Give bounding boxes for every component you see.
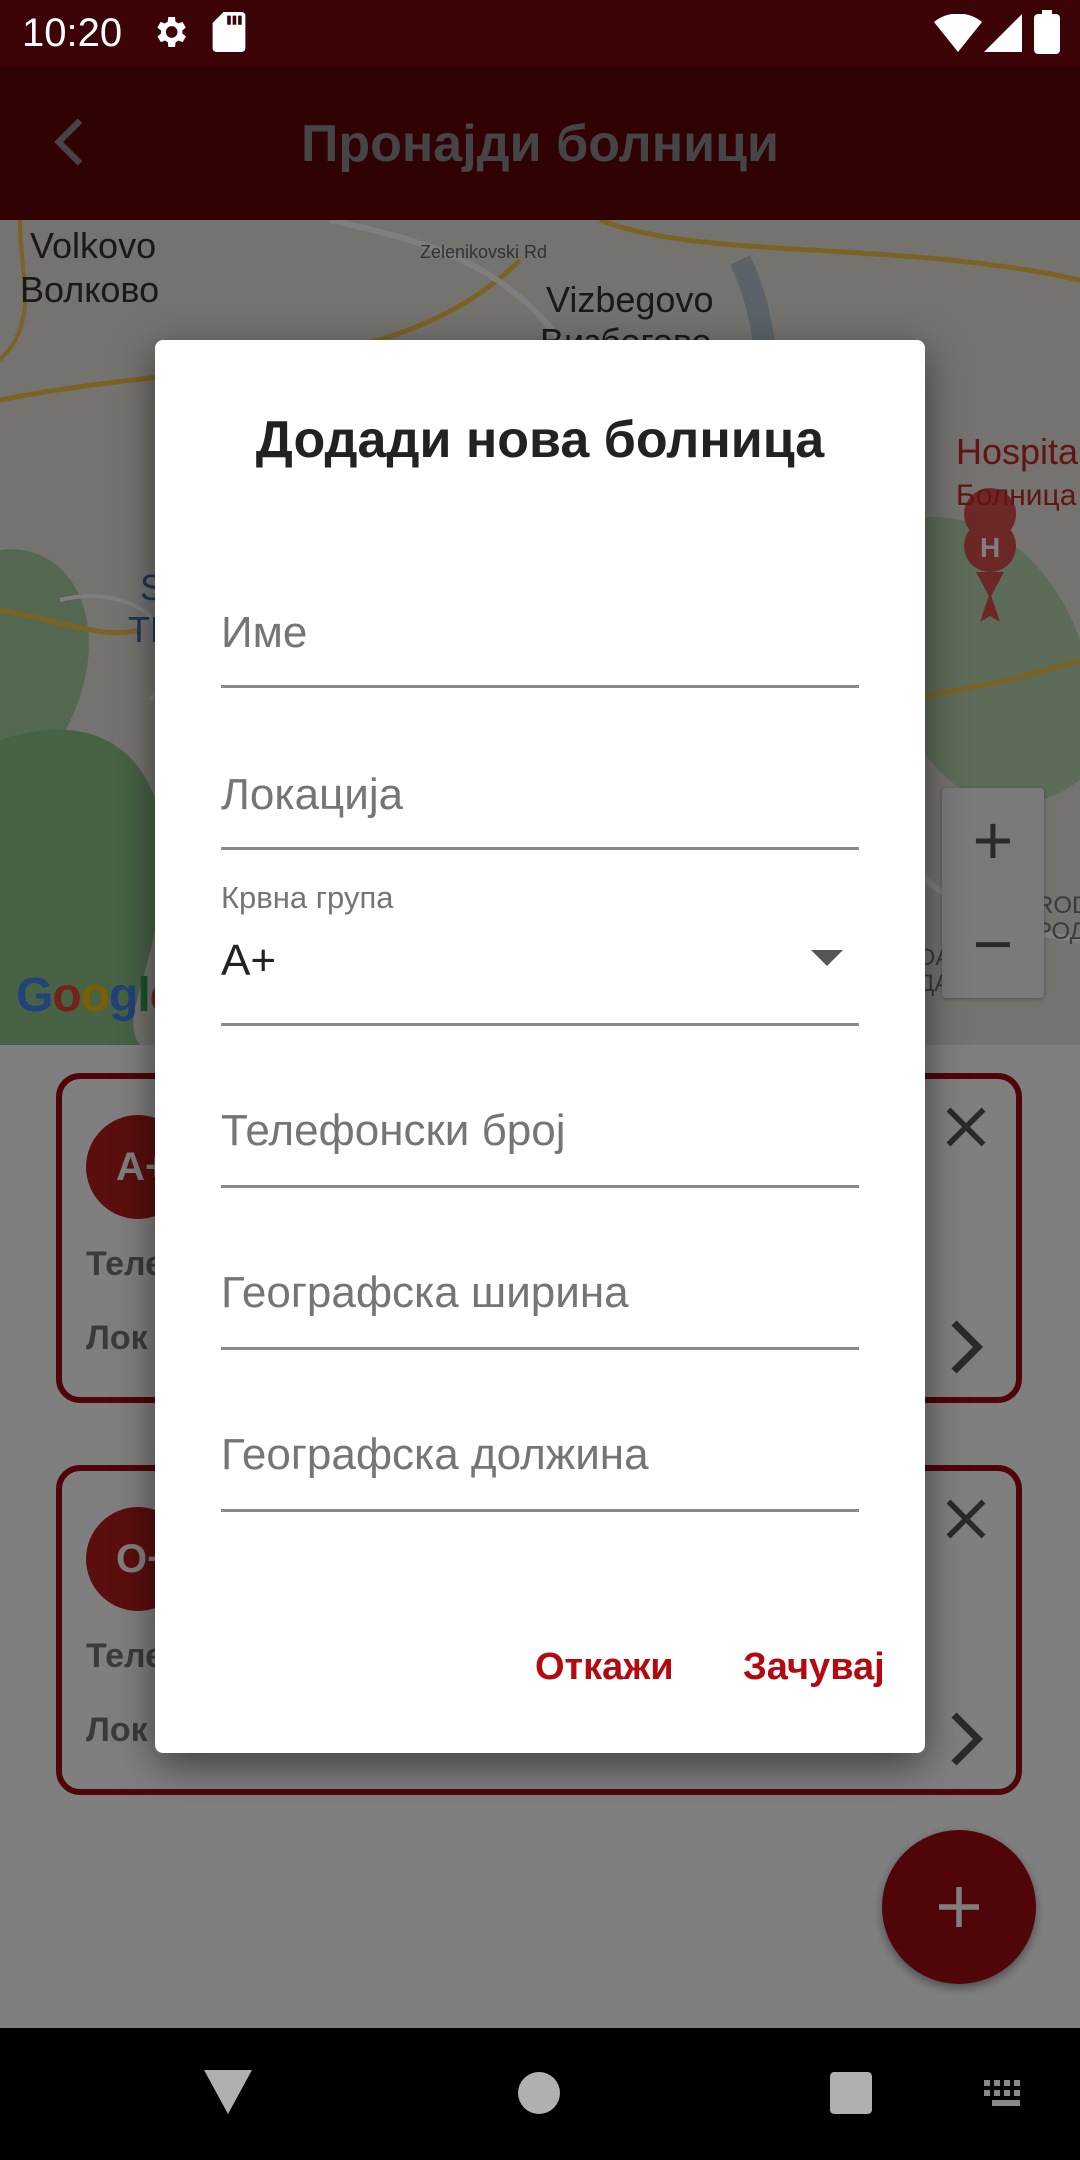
add-hospital-dialog: Додади нова болница Име Локација Крвна г… [155, 340, 925, 1753]
keyboard-icon[interactable] [984, 2080, 1028, 2113]
name-field-underline [221, 685, 859, 688]
battery-icon [1034, 10, 1060, 59]
dropdown-arrow-icon [811, 950, 843, 966]
nav-recents-icon[interactable] [830, 2072, 872, 2119]
system-nav-bar [0, 2028, 1080, 2160]
longitude-field-placeholder: Географска должина [221, 1430, 649, 1479]
save-button[interactable]: Зачувај [743, 1642, 885, 1692]
phone-field-underline [221, 1185, 859, 1188]
location-field-underline [221, 847, 859, 850]
blood-group-underline [221, 1023, 859, 1026]
nav-back-icon[interactable] [204, 2070, 252, 2119]
latitude-field-placeholder: Географска ширина [221, 1268, 629, 1317]
name-field[interactable]: Име [221, 572, 859, 692]
dialog-title: Додади нова болница [255, 411, 825, 469]
location-field-placeholder: Локација [221, 770, 404, 819]
phone-field[interactable]: Телефонски број [221, 1070, 859, 1190]
phone-field-placeholder: Телефонски број [221, 1106, 566, 1155]
latitude-field[interactable]: Географска ширина [221, 1232, 859, 1352]
gear-icon [150, 12, 190, 57]
status-bar: 10:20 [0, 0, 1080, 66]
location-field[interactable]: Локација [221, 734, 859, 854]
name-field-placeholder: Име [221, 608, 308, 657]
signal-icon [984, 14, 1022, 57]
longitude-field-underline [221, 1509, 859, 1512]
sd-card-icon [212, 12, 246, 57]
cancel-button[interactable]: Откажи [535, 1642, 674, 1692]
status-time: 10:20 [22, 11, 123, 55]
nav-home-icon[interactable] [518, 2072, 560, 2119]
wifi-icon [934, 13, 982, 57]
blood-group-value: A+ [221, 936, 277, 985]
longitude-field[interactable]: Географска должина [221, 1394, 859, 1514]
blood-group-label: Крвна група [221, 880, 394, 915]
latitude-field-underline [221, 1347, 859, 1350]
blood-group-dropdown[interactable]: Крвна група A+ [221, 878, 859, 1028]
